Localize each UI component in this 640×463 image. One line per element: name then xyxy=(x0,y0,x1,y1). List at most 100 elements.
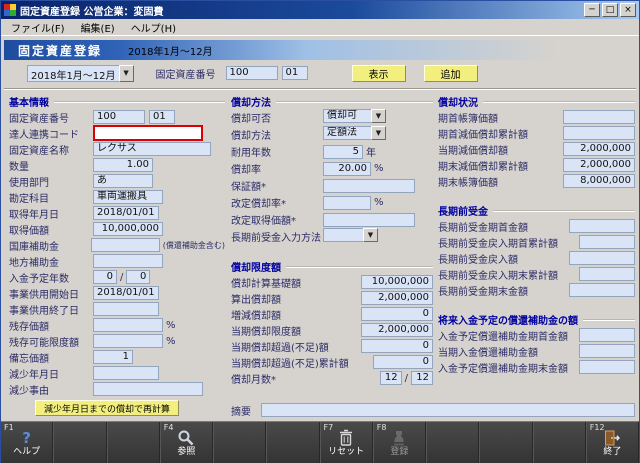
chevron-down-icon[interactable]: ▼ xyxy=(371,126,386,140)
remarks-input[interactable] xyxy=(261,403,635,417)
future-begin-input[interactable] xyxy=(579,328,635,342)
row-limit-calc: 算出償却額 2,000,000 xyxy=(231,290,433,306)
chouki-input-method-select[interactable]: ▼ xyxy=(323,228,378,245)
deposit-years-input-2[interactable]: 0 xyxy=(126,270,150,284)
acquired-cost-label: 取得価額 xyxy=(9,222,93,237)
limit-excess-input[interactable]: 0 xyxy=(361,339,433,353)
limit-excess-total-input[interactable]: 0 xyxy=(373,355,433,369)
depr-allow-select[interactable]: 償却可 ▼ xyxy=(323,109,386,126)
chouki-modoshi-input[interactable] xyxy=(569,251,635,265)
future-end-input[interactable] xyxy=(579,360,635,374)
acquired-cost-input[interactable]: 10,000,000 xyxy=(93,222,163,236)
residual-limit-input[interactable] xyxy=(93,334,163,348)
guarantee-input[interactable] xyxy=(323,179,415,193)
asset-branch-field[interactable]: 01 xyxy=(282,66,308,80)
asset-name-input[interactable]: レクサス xyxy=(93,142,211,156)
fn-f4[interactable]: F4 参照 xyxy=(160,422,213,463)
memorandum-label: 備忘価額 xyxy=(9,350,93,365)
current-depr-input[interactable]: 2,000,000 xyxy=(563,142,635,156)
exit-icon xyxy=(603,429,621,447)
depr-method-value[interactable]: 定額法 xyxy=(323,126,371,140)
recalc-button[interactable]: 減少年月日までの償却で再計算 xyxy=(35,400,179,416)
fn-f12[interactable]: F12 終了 xyxy=(586,422,639,463)
department-input[interactable]: あ xyxy=(93,174,153,188)
future-current-input[interactable] xyxy=(579,344,635,358)
chouki-title: 長期前受金 xyxy=(438,203,635,218)
chevron-down-icon[interactable]: ▼ xyxy=(363,228,378,242)
revised-rate-input[interactable] xyxy=(323,196,371,210)
residual-value-input[interactable] xyxy=(93,318,163,332)
minimize-button[interactable]: ─ xyxy=(584,3,600,17)
limit-base-input[interactable]: 10,000,000 xyxy=(361,275,433,289)
chouki-begin-input[interactable] xyxy=(569,219,635,233)
begin-accum-label: 期首減価償却累計額 xyxy=(438,126,528,141)
row-residual-limit: 残存可能限度額 % xyxy=(9,333,225,349)
row-acquired-cost: 取得価額 10,000,000 xyxy=(9,221,225,237)
chevron-down-icon[interactable]: ▼ xyxy=(119,65,134,82)
year-unit: 年 xyxy=(366,144,376,159)
decrease-date-input[interactable] xyxy=(93,366,159,380)
account-input[interactable]: 車両運搬具 xyxy=(93,190,163,204)
chouki-modoshi-label: 長期前受金戻入額 xyxy=(438,251,518,266)
asset-no-label: 固定資産番号 xyxy=(156,66,216,81)
end-book-input[interactable]: 8,000,000 xyxy=(563,174,635,188)
useful-life-input[interactable]: 5 xyxy=(323,145,363,159)
service-start-input[interactable]: 2018/01/01 xyxy=(93,286,159,300)
tatsujin-code-input[interactable] xyxy=(93,125,203,141)
quantity-input[interactable]: 1.00 xyxy=(93,158,153,172)
revised-cost-label: 改定取得価額* xyxy=(231,212,323,227)
account-label: 勘定科目 xyxy=(9,190,93,205)
future-end-label: 入金予定償還補助金期末金額 xyxy=(438,360,568,375)
decrease-date-label: 減少年月日 xyxy=(9,366,93,381)
depr-method-select[interactable]: 定額法 ▼ xyxy=(323,126,386,143)
depr-months-input-1[interactable]: 12 xyxy=(380,371,402,385)
fn-f7[interactable]: F7 リセット xyxy=(320,422,373,463)
local-subsidy-input[interactable] xyxy=(93,254,163,268)
end-accum-input[interactable]: 2,000,000 xyxy=(563,158,635,172)
menu-edit[interactable]: 編集(E) xyxy=(73,19,123,36)
national-subsidy-input[interactable] xyxy=(91,238,160,252)
chouki-reend-input[interactable] xyxy=(579,267,635,281)
maximize-button[interactable]: □ xyxy=(602,3,618,17)
asset-no-field[interactable]: 100 xyxy=(226,66,278,80)
service-end-input[interactable] xyxy=(93,302,159,316)
menu-file[interactable]: ファイル(F) xyxy=(3,19,73,36)
period-select[interactable]: 2018年1月～12月 ▼ xyxy=(27,65,134,82)
fn-f1[interactable]: F1 ? ヘルプ xyxy=(1,422,53,463)
add-button[interactable]: 追加 xyxy=(424,65,478,82)
show-button[interactable]: 表示 xyxy=(352,65,406,82)
row-acquired-date: 取得年月日 2018/01/01 xyxy=(9,205,225,221)
depr-months-input-2[interactable]: 12 xyxy=(411,371,433,385)
begin-book-input[interactable] xyxy=(563,110,635,124)
period-select-value[interactable]: 2018年1月～12月 xyxy=(27,65,119,82)
deposit-years-input-1[interactable]: 0 xyxy=(93,270,117,284)
menu-help[interactable]: ヘルプ(H) xyxy=(123,19,184,36)
fn-empty-f9 xyxy=(426,422,479,463)
limit-calc-input[interactable]: 2,000,000 xyxy=(361,291,433,305)
row-chouki-end: 長期前受金期末金額 xyxy=(438,282,635,298)
chouki-rebegin-input[interactable] xyxy=(579,235,635,249)
asset-no-input[interactable]: 100 xyxy=(93,110,145,124)
depr-rate-input[interactable]: 20.00 xyxy=(323,162,371,176)
trash-icon xyxy=(338,429,354,447)
residual-value-label: 残存価額 xyxy=(9,318,93,333)
limit-current-input[interactable]: 2,000,000 xyxy=(361,323,433,337)
chevron-down-icon[interactable]: ▼ xyxy=(371,109,386,123)
basic-info-title: 基本情報 xyxy=(9,94,225,109)
chouki-input-method-value[interactable] xyxy=(323,228,363,242)
acquired-date-input[interactable]: 2018/01/01 xyxy=(93,206,159,220)
decrease-reason-input[interactable] xyxy=(93,382,203,396)
depr-allow-value[interactable]: 償却可 xyxy=(323,109,371,123)
fn-empty-f2 xyxy=(53,422,106,463)
row-deposit-years: 入金予定年数 0 / 0 xyxy=(9,269,225,285)
chouki-end-input[interactable] xyxy=(569,283,635,297)
limit-adjust-input[interactable]: 0 xyxy=(361,307,433,321)
begin-accum-input[interactable] xyxy=(563,126,635,140)
row-begin-book: 期首帳簿価額 xyxy=(438,109,635,125)
close-button[interactable]: × xyxy=(620,3,636,17)
revised-cost-input[interactable] xyxy=(323,213,415,227)
memorandum-input[interactable]: 1 xyxy=(93,350,133,364)
row-begin-accum: 期首減価償却累計額 xyxy=(438,125,635,141)
depreciation-status-title: 償却状況 xyxy=(438,94,635,109)
asset-branch-input[interactable]: 01 xyxy=(149,110,175,124)
